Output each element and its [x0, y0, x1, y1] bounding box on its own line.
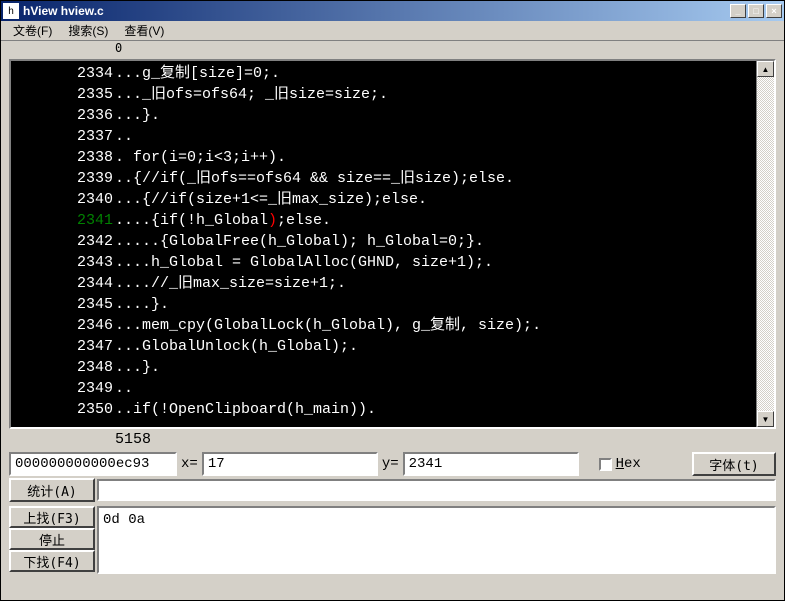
stat-row: 统计(A)	[1, 478, 784, 502]
window-title: hView hview.c	[23, 4, 730, 18]
x-input[interactable]	[202, 452, 378, 476]
scroll-down-button[interactable]: ▼	[757, 411, 774, 427]
code-line: 2340...{//if(size+1<=_旧max_size);else.	[13, 189, 754, 210]
code-line: 2347...GlobalUnlock(h_Global);.	[13, 336, 754, 357]
y-input[interactable]	[403, 452, 579, 476]
hex-checkbox-wrap: Hex	[599, 456, 641, 472]
code-line: 2350..if(!OpenClipboard(h_main)).	[13, 399, 754, 420]
ruler: 0	[1, 41, 784, 57]
menu-view[interactable]: 查看(V)	[116, 20, 172, 41]
hex-label: Hex	[616, 456, 641, 472]
ruler-mark-0: 0	[115, 41, 122, 57]
bottom-area: 上找(F3) 停止 下找(F4) 0d 0a	[1, 504, 784, 576]
vertical-scrollbar[interactable]: ▲ ▼	[756, 61, 774, 427]
close-button[interactable]: ×	[766, 4, 782, 18]
code-line: 2343....h_Global = GlobalAlloc(GHND, siz…	[13, 252, 754, 273]
find-up-button[interactable]: 上找(F3)	[9, 506, 95, 528]
code-line: 2345....}.	[13, 294, 754, 315]
search-input[interactable]: 0d 0a	[97, 506, 776, 574]
minimize-button[interactable]: _	[730, 4, 746, 18]
code-line: 2346...mem_cpy(GlobalLock(h_Global), g_复…	[13, 315, 754, 336]
titlebar: h hView hview.c _ □ ×	[1, 1, 784, 21]
code-line: 2336...}.	[13, 105, 754, 126]
app-icon: h	[3, 3, 19, 19]
x-label: x=	[181, 456, 198, 472]
stat-output	[97, 479, 776, 501]
y-label: y=	[382, 456, 399, 472]
scroll-track[interactable]	[757, 77, 774, 411]
hex-checkbox[interactable]	[599, 458, 612, 471]
search-buttons-col: 上找(F3) 停止 下找(F4)	[9, 506, 95, 574]
editor-area: 2334...g_复制[size]=0;.2335..._旧ofs=ofs64;…	[9, 59, 776, 429]
maximize-button[interactable]: □	[748, 4, 764, 18]
code-line: 2349..	[13, 378, 754, 399]
code-line: 2348...}.	[13, 357, 754, 378]
font-button[interactable]: 字体(t)	[692, 452, 776, 476]
code-line: 2341....{if(!h_Global);else.	[13, 210, 754, 231]
find-down-button[interactable]: 下找(F4)	[9, 550, 95, 572]
scroll-up-button[interactable]: ▲	[757, 61, 774, 77]
address-input[interactable]	[9, 452, 177, 476]
code-editor[interactable]: 2334...g_复制[size]=0;.2335..._旧ofs=ofs64;…	[11, 61, 756, 427]
controls-row: x= y= Hex 字体(t)	[1, 450, 784, 478]
code-line: 2334...g_复制[size]=0;.	[13, 63, 754, 84]
code-line: 2339..{//if(_旧ofs==ofs64 && size==_旧size…	[13, 168, 754, 189]
code-line: 2337..	[13, 126, 754, 147]
code-line: 2335..._旧ofs=ofs64; _旧size=size;.	[13, 84, 754, 105]
code-line: 2344....//_旧max_size=size+1;.	[13, 273, 754, 294]
code-line: 2338. for(i=0;i<3;i++).	[13, 147, 754, 168]
total-lines: 5158	[1, 431, 784, 448]
stat-button[interactable]: 统计(A)	[9, 478, 95, 502]
stop-button[interactable]: 停止	[9, 528, 95, 550]
window-controls: _ □ ×	[730, 4, 782, 18]
menu-file[interactable]: 文卷(F)	[5, 20, 60, 41]
menu-search[interactable]: 搜索(S)	[60, 20, 116, 41]
menubar: 文卷(F) 搜索(S) 查看(V)	[1, 21, 784, 41]
code-line: 2342.....{GlobalFree(h_Global); h_Global…	[13, 231, 754, 252]
